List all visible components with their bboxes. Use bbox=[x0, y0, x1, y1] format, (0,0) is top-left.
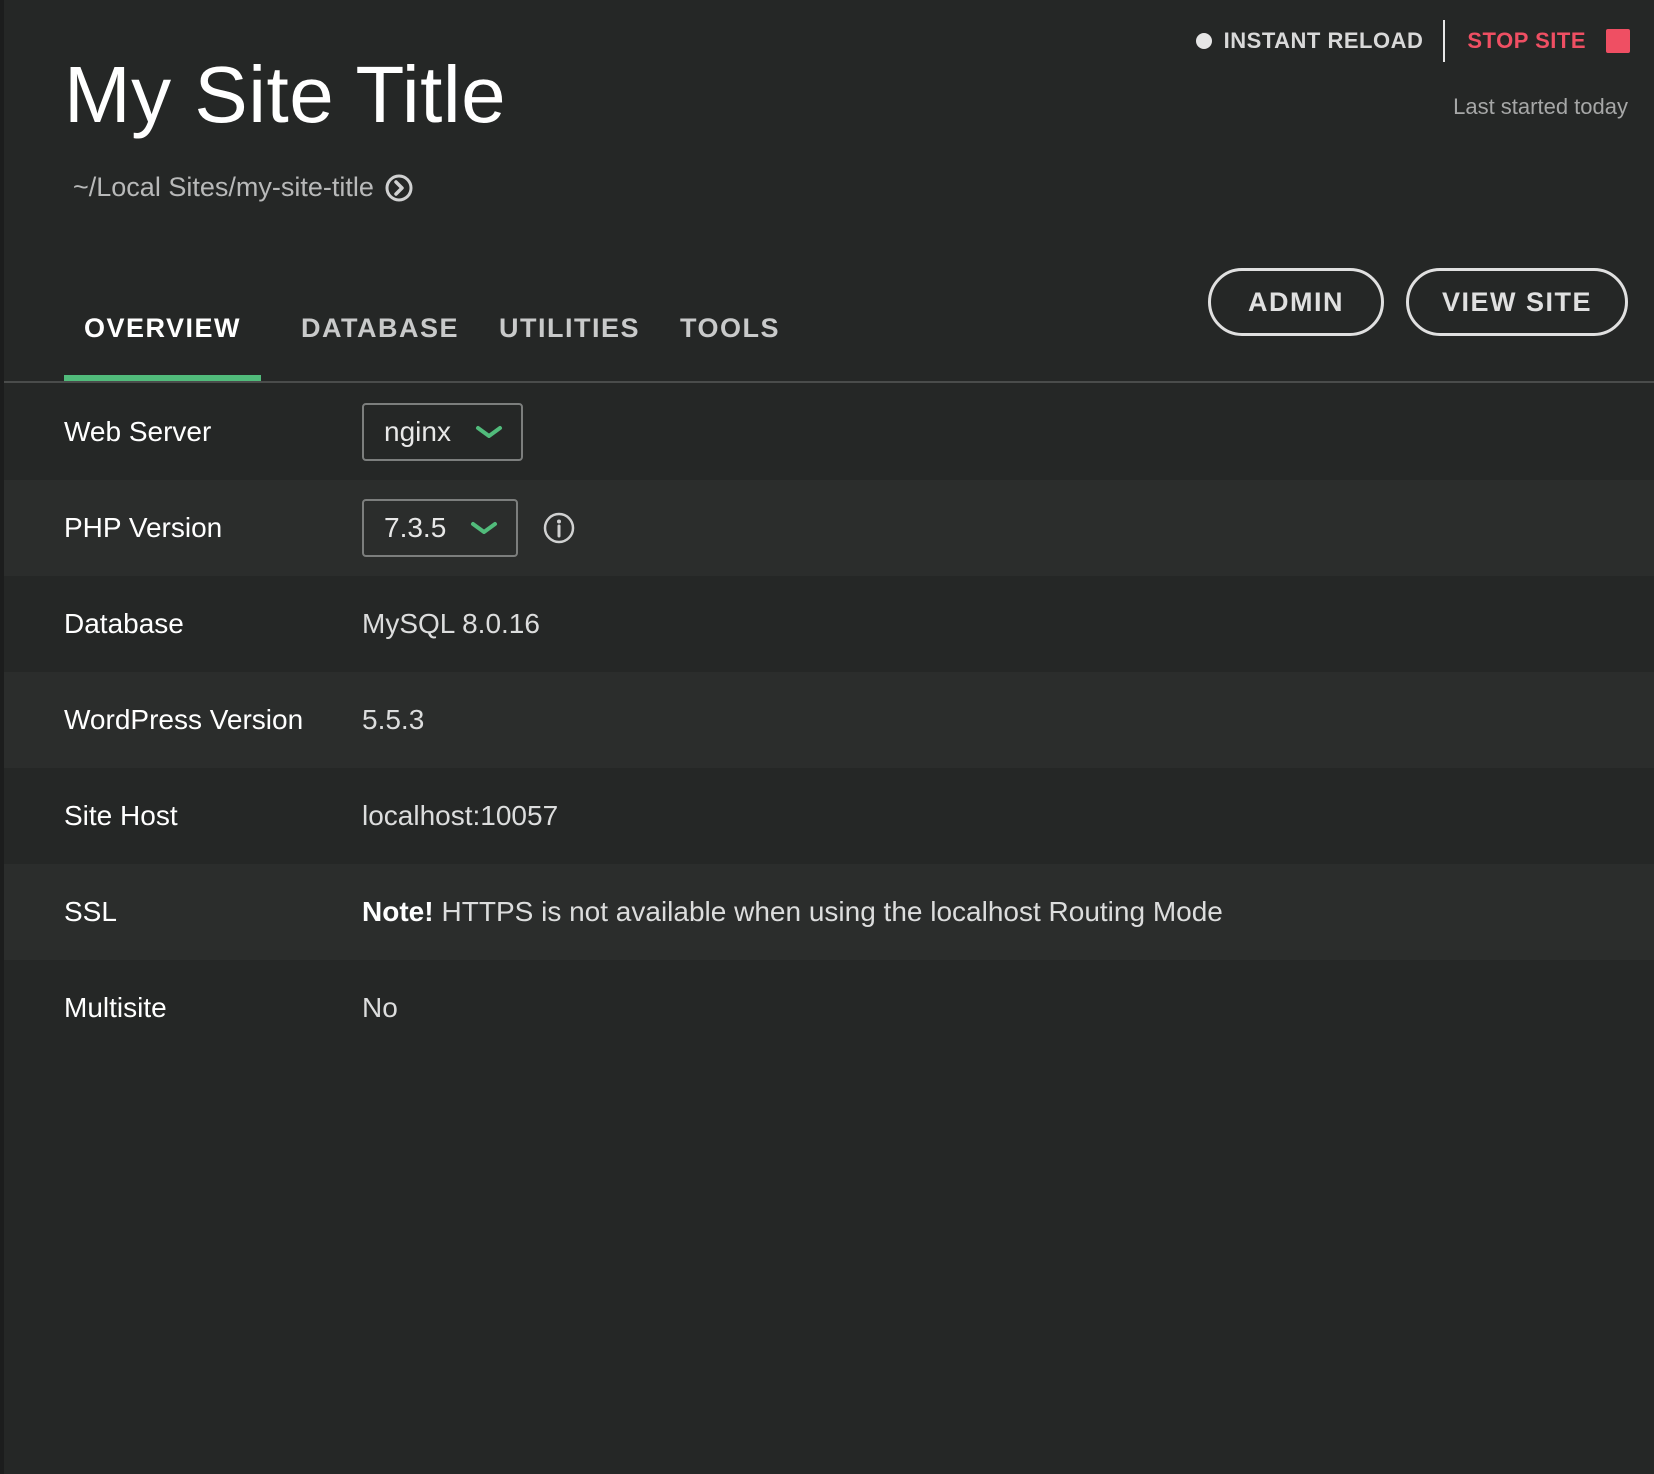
chevron-down-icon bbox=[471, 522, 498, 534]
admin-button[interactable]: ADMIN bbox=[1208, 268, 1384, 336]
ssl-row: SSL Note! HTTPS is not available when us… bbox=[4, 864, 1654, 960]
stop-site-button[interactable]: STOP SITE bbox=[1445, 28, 1630, 54]
web-server-row: Web Server nginx bbox=[4, 384, 1654, 480]
site-host-value: localhost:10057 bbox=[362, 800, 559, 831]
tab-tools[interactable]: TOOLS bbox=[680, 300, 780, 382]
site-host-label: Site Host bbox=[64, 800, 178, 831]
ssl-value: Note! HTTPS is not available when using … bbox=[362, 896, 1223, 928]
database-value: MySQL 8.0.16 bbox=[362, 608, 540, 639]
multisite-label: Multisite bbox=[64, 992, 167, 1023]
site-path-text: ~/Local Sites/my-site-title bbox=[73, 172, 374, 202]
database-row: Database MySQL 8.0.16 bbox=[4, 576, 1654, 672]
stop-site-label: STOP SITE bbox=[1467, 28, 1586, 53]
tab-divider bbox=[4, 381, 1654, 383]
php-version-selected: 7.3.5 bbox=[384, 512, 447, 543]
site-host-row: Site Host localhost:10057 bbox=[4, 768, 1654, 864]
ssl-label: SSL bbox=[64, 896, 117, 927]
tab-database[interactable]: DATABASE bbox=[301, 300, 459, 382]
database-label: Database bbox=[64, 608, 184, 639]
tab-utilities[interactable]: UTILITIES bbox=[499, 300, 640, 382]
overview-panel: Web Server nginx PHP Version 7.3.5 Datab… bbox=[4, 384, 1654, 1056]
tab-bar: OVERVIEW DATABASE UTILITIES TOOLS bbox=[64, 300, 780, 382]
tab-overview[interactable]: OVERVIEW bbox=[64, 300, 262, 382]
instant-reload-label: INSTANT RELOAD bbox=[1223, 28, 1424, 53]
php-version-label: PHP Version bbox=[64, 512, 223, 543]
wordpress-version-row: WordPress Version 5.5.3 bbox=[4, 672, 1654, 768]
php-version-row: PHP Version 7.3.5 bbox=[4, 480, 1654, 576]
php-version-select[interactable]: 7.3.5 bbox=[362, 499, 519, 557]
wordpress-version-label: WordPress Version bbox=[64, 704, 304, 735]
site-title: My Site Title bbox=[64, 50, 507, 139]
site-path[interactable]: ~/Local Sites/my-site-title bbox=[73, 172, 414, 203]
multisite-row: Multisite No bbox=[4, 960, 1654, 1056]
web-server-value: nginx bbox=[362, 403, 523, 461]
instant-reload-toggle[interactable]: INSTANT RELOAD bbox=[1195, 28, 1444, 54]
view-site-button[interactable]: VIEW SITE bbox=[1406, 268, 1628, 336]
status-dot-icon bbox=[1195, 33, 1212, 49]
wordpress-version-value: 5.5.3 bbox=[362, 704, 425, 735]
php-version-value: 7.3.5 bbox=[362, 499, 576, 557]
ssl-note-prefix: Note! bbox=[362, 896, 434, 927]
site-action-buttons: ADMIN VIEW SITE bbox=[1208, 268, 1628, 336]
web-server-label: Web Server bbox=[64, 416, 212, 447]
info-icon[interactable] bbox=[542, 511, 576, 545]
stop-square-icon bbox=[1606, 29, 1630, 53]
circle-arrow-right-icon[interactable] bbox=[384, 173, 414, 203]
last-started-text: Last started today bbox=[1453, 94, 1628, 119]
web-server-select[interactable]: nginx bbox=[362, 403, 523, 461]
ssl-note-text: HTTPS is not available when using the lo… bbox=[441, 896, 1223, 927]
multisite-value: No bbox=[362, 992, 398, 1023]
chevron-down-icon bbox=[475, 426, 502, 438]
web-server-selected: nginx bbox=[384, 416, 451, 447]
site-controls: INSTANT RELOAD STOP SITE bbox=[1195, 20, 1630, 62]
